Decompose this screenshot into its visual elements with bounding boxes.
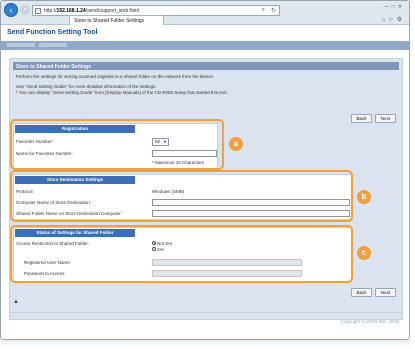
refresh-icon[interactable]: ↻ — [271, 7, 276, 14]
callout-badge-b: b — [357, 190, 371, 204]
footer-divider — [9, 312, 403, 313]
favorites-star-icon[interactable]: ☆ — [388, 17, 396, 23]
page-icon — [35, 8, 41, 14]
back-to-top-icon[interactable]: ▲ — [13, 299, 19, 305]
intro-line-3: * You can display "Send Setting Guide" f… — [16, 90, 228, 95]
window-shadow — [2, 340, 410, 346]
callout-frame-a — [10, 119, 224, 170]
browser-toolbar: ‹ › http://192.168.1.24/send/support_smb… — [1, 1, 409, 25]
menu-item-1[interactable] — [7, 43, 35, 47]
app-title: Send Function Setting Tool — [7, 29, 98, 36]
toolbar-icons[interactable]: ⌂☆⚙ — [382, 16, 405, 23]
callout-badge-a: a — [229, 137, 243, 151]
browser-tab[interactable]: Store to Shared Folder Settings — [69, 15, 164, 25]
intro-text: Perform the settings for storing scanned… — [16, 74, 396, 99]
next-button-top[interactable]: Next — [375, 114, 396, 123]
back-arrow-icon[interactable]: ‹ — [4, 3, 18, 17]
browser-window: ‹ › http://192.168.1.24/send/support_smb… — [0, 0, 410, 340]
callout-frame-b — [10, 170, 353, 222]
next-button-bottom[interactable]: Next — [375, 288, 396, 297]
menu-bar — [1, 41, 409, 50]
panel-header: Store to Shared Folder Settings — [13, 62, 399, 70]
copyright-text: Copyright CANON INC. 2015 — [340, 319, 399, 324]
gear-icon[interactable]: ⚙ — [397, 17, 405, 23]
search-icon[interactable]: ⌕ — [262, 7, 265, 14]
back-button-bottom[interactable]: Back — [351, 288, 372, 297]
url-text: http://192.168.1.24/send/support_smb.htm… — [44, 8, 140, 14]
menu-item-2[interactable] — [39, 43, 67, 47]
callout-badge-c: c — [357, 246, 371, 260]
back-button-top[interactable]: Back — [351, 114, 372, 123]
callout-frame-c — [10, 225, 353, 283]
intro-line-1: Perform the settings for storing scanned… — [16, 74, 215, 79]
forward-arrow-icon[interactable]: › — [20, 5, 30, 15]
tab-title: Store to Shared Folder Settings — [74, 18, 145, 24]
window-controls[interactable]: —□✕ — [384, 4, 405, 10]
